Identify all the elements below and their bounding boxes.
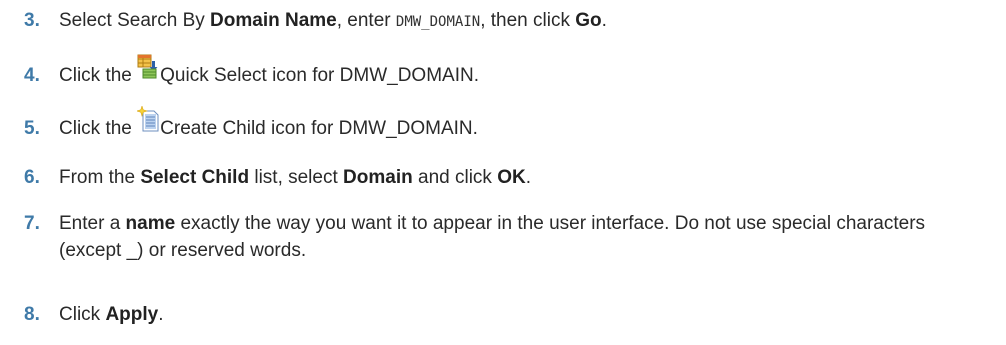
step-4: 4. Click the Quick Select icon for DMW_D… [0,54,479,89]
step-text: Click the Create Child icon for DMW_DOMA… [59,106,478,142]
step-7: 7. Enter a name exactly the way you want… [0,210,989,264]
step-number: 3. [24,10,40,31]
domain-name-option: Domain Name [210,10,337,31]
step-text: Enter a name exactly the way you want it… [59,213,926,261]
step-text: Click Apply. [59,304,164,325]
code-domain-name: DMW_DOMAIN [395,14,481,30]
procedure-steps: 3. Select Search By Domain Name, enter D… [0,0,1006,345]
select-child-label: Select Child [140,167,250,188]
step-text: Select Search By Domain Name, enter DMW_… [59,10,607,31]
name-field-label: name [125,213,176,234]
step-5: 5. Click the Create Child icon for DMW_D… [0,106,478,142]
step-3: 3. Select Search By Domain Name, enter D… [0,8,607,35]
step-6: 6. From the Select Child list, select Do… [0,165,531,191]
step-number: 5. [24,118,40,139]
step-text: Click the Quick Select icon for DMW_DOMA… [59,54,479,89]
step-number: 8. [24,304,40,325]
quick-select-icon [137,54,159,83]
step-number: 4. [24,65,40,86]
apply-button-label: Apply [105,304,159,325]
domain-option-label: Domain [343,167,413,188]
create-child-icon [137,106,159,136]
step-8: 8. Click Apply. [0,302,164,328]
ok-button-label: OK [497,167,526,188]
go-button-label: Go [575,10,602,31]
step-number: 6. [24,167,40,188]
step-text: From the Select Child list, select Domai… [59,167,531,188]
step-number: 7. [24,213,40,234]
